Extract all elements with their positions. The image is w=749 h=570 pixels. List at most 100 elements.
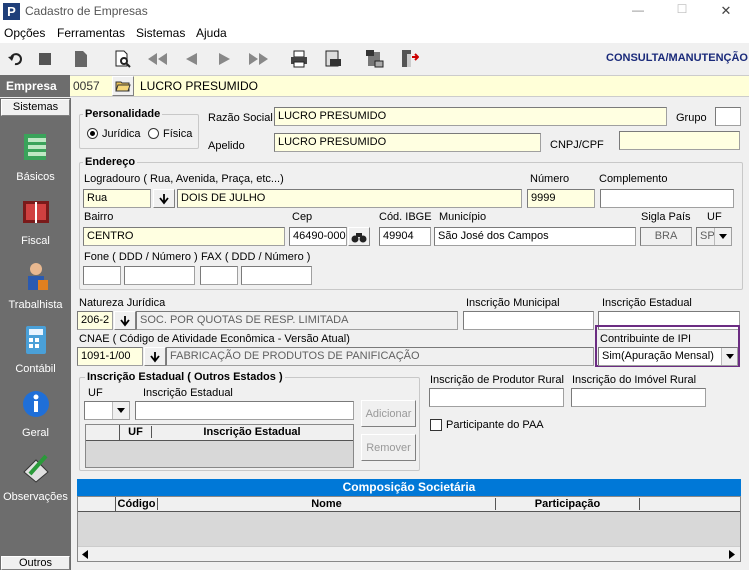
sidebar-item-basicos[interactable]: Básicos [0, 132, 71, 183]
socios-header: Composição Societária [77, 479, 741, 496]
logradouro-input[interactable]: DOIS DE JULHO [177, 189, 522, 208]
undo-button[interactable] [2, 45, 28, 73]
report-button[interactable] [320, 45, 346, 73]
cep-input[interactable]: 46490-000 [289, 227, 347, 246]
fone-numero-input[interactable] [124, 266, 195, 285]
bairro-input[interactable]: CENTRO [83, 227, 285, 246]
produtor-input[interactable] [429, 388, 564, 407]
cnae-lookup-button[interactable] [144, 347, 166, 366]
arrow-down-icon [120, 315, 130, 326]
insc-municipal-input[interactable] [463, 311, 594, 330]
next-record-button[interactable] [212, 45, 238, 73]
menu-ferramentas[interactable]: Ferramentas [57, 26, 125, 40]
razao-input[interactable]: LUCRO PRESUMIDO [274, 107, 667, 126]
sidebar-item-label: Observações [3, 491, 68, 503]
fax-ddd-input[interactable] [200, 266, 238, 285]
new-doc-button[interactable] [68, 45, 94, 73]
close-button[interactable]: ✕ [716, 3, 736, 19]
menu-sistemas[interactable]: Sistemas [136, 26, 185, 40]
cnpj-input[interactable] [619, 131, 740, 150]
title-bar: P Cadastro de Empresas — ☐ ✕ [0, 0, 749, 23]
cnpj-label: CNPJ/CPF [550, 139, 604, 151]
col-participacao[interactable]: Participação [496, 498, 640, 510]
apelido-input[interactable]: LUCRO PRESUMIDO [274, 133, 541, 152]
minimize-button[interactable]: — [628, 3, 648, 17]
ie-outros-ie-input[interactable] [135, 401, 354, 420]
municipio-input[interactable]: São José dos Campos [434, 227, 636, 246]
stop-button[interactable] [32, 45, 58, 73]
tools-button[interactable] [362, 45, 388, 73]
ibge-label: Cód. IBGE [379, 211, 432, 223]
remover-button[interactable]: Remover [361, 434, 416, 461]
uf-label: UF [707, 211, 722, 223]
endereco-title: Endereço [83, 156, 138, 168]
natureza-lookup-button[interactable] [114, 311, 136, 330]
col-uf[interactable]: UF [120, 426, 152, 438]
sidebar-item-label: Fiscal [21, 235, 50, 247]
sidebar-footer[interactable]: Outros [1, 556, 70, 570]
ie-outros-uf-arrow[interactable] [112, 402, 129, 419]
pais-label: Sigla País [641, 211, 691, 223]
ibge-input[interactable]: 49904 [379, 227, 431, 246]
sidebar-item-fiscal[interactable]: Fiscal [0, 196, 71, 247]
worker-icon [27, 263, 48, 290]
sidebar-header[interactable]: Sistemas [1, 99, 70, 116]
numero-input[interactable]: 9999 [527, 189, 595, 208]
natureza-code-input[interactable]: 206-2 [77, 311, 113, 330]
paa-checkbox[interactable] [430, 419, 442, 431]
open-empresa-button[interactable] [112, 76, 134, 96]
col-ie[interactable]: Inscrição Estadual [152, 426, 352, 438]
empresa-name[interactable]: LUCRO PRESUMIDO [140, 79, 258, 93]
empresa-code[interactable]: 0057 [73, 79, 100, 93]
empresa-label: Empresa [0, 75, 70, 97]
adicionar-button[interactable]: Adicionar [361, 400, 416, 427]
sidebar-item-contabil[interactable]: Contábil [0, 324, 71, 375]
last-icon [249, 53, 268, 65]
exit-button[interactable] [396, 45, 422, 73]
cnae-label: CNAE ( Código de Atividade Econômica - V… [79, 333, 350, 345]
socios-hscrollbar[interactable] [78, 546, 740, 561]
prev-icon [186, 53, 197, 65]
menu-opcoes[interactable]: Opções [4, 26, 45, 40]
ipi-dropdown-arrow[interactable] [721, 348, 737, 365]
grupo-input[interactable] [715, 107, 741, 126]
prev-record-button[interactable] [178, 45, 204, 73]
tipo-logradouro-input[interactable]: Rua [83, 189, 151, 208]
radio-fisica-label: Física [163, 128, 193, 140]
cep-label: Cep [292, 211, 313, 223]
fax-numero-input[interactable] [241, 266, 312, 285]
imovel-input[interactable] [571, 388, 706, 407]
preview-button[interactable] [110, 45, 136, 73]
complemento-input[interactable] [600, 189, 734, 208]
sidebar-item-geral[interactable]: Geral [0, 388, 71, 439]
first-record-button[interactable] [144, 45, 170, 73]
fone-label: Fone ( DDD / Número ) [84, 251, 198, 263]
tipo-logradouro-lookup-button[interactable] [153, 189, 175, 208]
scroll-right-icon [729, 550, 735, 559]
print-button[interactable] [286, 45, 312, 73]
paa-label: Participante do PAA [446, 419, 544, 431]
menu-ajuda[interactable]: Ajuda [196, 26, 227, 40]
col-codigo[interactable]: Código [116, 498, 158, 510]
pais-input[interactable]: BRA [640, 227, 692, 246]
uf-dropdown-arrow[interactable] [714, 228, 731, 245]
radio-fisica[interactable] [148, 128, 159, 139]
menu-bar: Opções Ferramentas Sistemas Ajuda [0, 23, 749, 43]
radio-juridica[interactable] [87, 128, 98, 139]
cep-search-button[interactable] [348, 227, 370, 246]
imovel-label: Inscrição do Imóvel Rural [572, 374, 697, 386]
col-nome[interactable]: Nome [158, 498, 496, 510]
ipi-select[interactable]: Sim(Apuração Mensal) [598, 347, 738, 366]
sidebar-item-observacoes[interactable]: Observações [0, 452, 71, 503]
ie-outros-uf-label: UF [88, 387, 103, 399]
printer-icon [291, 50, 307, 68]
scroll-left-icon [82, 550, 88, 559]
socios-grid-header: Código Nome Participação [78, 497, 740, 512]
fone-ddd-input[interactable] [83, 266, 121, 285]
municipio-label: Município [439, 211, 487, 223]
insc-estadual-label: Inscrição Estadual [602, 297, 692, 309]
cnae-code-input[interactable]: 1091-1/00 [77, 347, 143, 366]
last-record-button[interactable] [246, 45, 272, 73]
maximize-button[interactable]: ☐ [672, 2, 692, 16]
sidebar-item-trabalhista[interactable]: Trabalhista [0, 260, 71, 311]
